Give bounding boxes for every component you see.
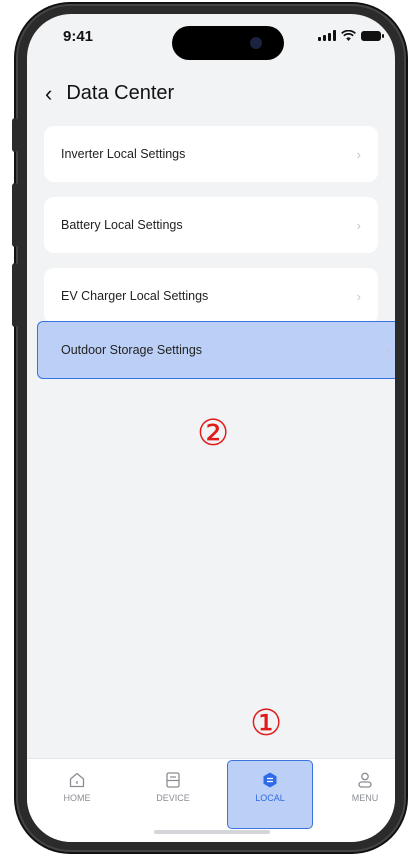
tab-label: LOCAL bbox=[255, 793, 285, 803]
page-header: ‹ Data Center bbox=[45, 82, 174, 105]
home-icon bbox=[69, 772, 85, 788]
inverter-local-settings-item[interactable]: Inverter Local Settings › bbox=[44, 126, 378, 182]
volume-up-button bbox=[12, 183, 18, 247]
tab-home[interactable]: HOME bbox=[42, 771, 112, 803]
chevron-right-icon: › bbox=[356, 288, 361, 304]
battery-icon bbox=[361, 30, 384, 41]
wifi-icon bbox=[341, 30, 356, 41]
home-indicator bbox=[154, 830, 270, 834]
volume-down-button bbox=[12, 263, 18, 327]
menu-user-icon bbox=[358, 772, 372, 788]
chevron-right-icon: › bbox=[384, 342, 389, 358]
tab-device[interactable]: DEVICE bbox=[138, 771, 208, 803]
phone-screen: 9:41 ‹ Data Center Inverter Local Settin… bbox=[27, 14, 395, 842]
tab-menu[interactable]: MENU bbox=[330, 771, 395, 803]
tab-label: HOME bbox=[63, 793, 91, 803]
dynamic-island bbox=[172, 26, 284, 60]
tab-local[interactable]: LOCAL bbox=[235, 771, 305, 803]
tab-label: DEVICE bbox=[156, 793, 190, 803]
chevron-right-icon: › bbox=[356, 217, 361, 233]
tab-label: MENU bbox=[351, 793, 379, 803]
page-title: Data Center bbox=[66, 82, 175, 104]
action-button bbox=[12, 118, 18, 152]
item-label: Battery Local Settings bbox=[61, 218, 183, 232]
status-icons bbox=[318, 30, 384, 41]
item-label: EV Charger Local Settings bbox=[61, 289, 209, 303]
back-arrow-icon[interactable]: ‹ bbox=[45, 82, 52, 105]
chevron-right-icon: › bbox=[356, 146, 361, 162]
outdoor-storage-settings-item[interactable]: Outdoor Storage Settings › bbox=[37, 321, 395, 379]
ev-charger-local-settings-item[interactable]: EV Charger Local Settings › bbox=[44, 268, 378, 324]
local-icon bbox=[263, 772, 277, 788]
screenshot-stage: 9:41 ‹ Data Center Inverter Local Settin… bbox=[0, 0, 410, 859]
status-time: 9:41 bbox=[63, 28, 94, 45]
camera-icon bbox=[250, 37, 262, 49]
device-icon bbox=[166, 772, 180, 788]
step-1-marker: ① bbox=[250, 703, 283, 744]
battery-local-settings-item[interactable]: Battery Local Settings › bbox=[44, 197, 378, 253]
item-label: Inverter Local Settings bbox=[61, 147, 186, 161]
signal-icon bbox=[318, 30, 336, 41]
step-2-marker: ② bbox=[197, 413, 230, 454]
item-label: Outdoor Storage Settings bbox=[61, 343, 203, 357]
